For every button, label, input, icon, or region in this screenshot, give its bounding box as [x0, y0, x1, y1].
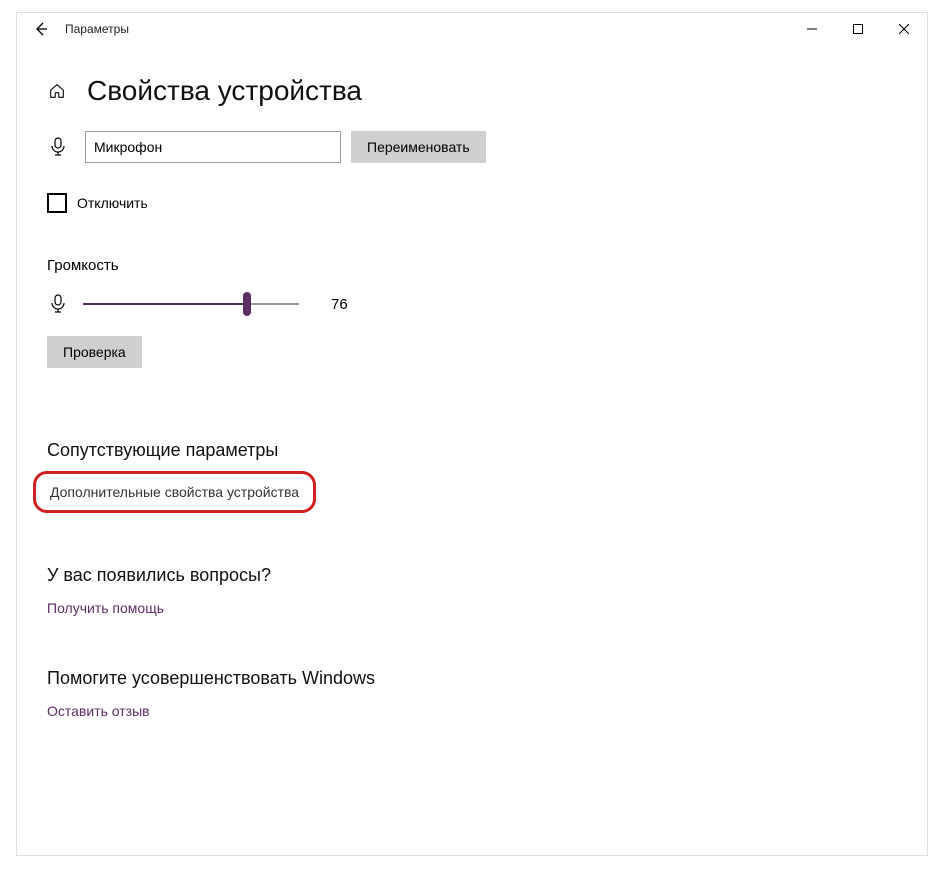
window-title: Параметры — [65, 22, 129, 36]
get-help-link[interactable]: Получить помощь — [47, 600, 164, 616]
maximize-button[interactable] — [835, 13, 881, 45]
leave-feedback-link[interactable]: Оставить отзыв — [47, 703, 150, 719]
feedback-heading: Помогите усовершенствовать Windows — [47, 668, 897, 689]
additional-device-properties-link[interactable]: Дополнительные свойства устройства — [50, 484, 299, 500]
highlight-annotation: Дополнительные свойства устройства — [33, 471, 316, 513]
slider-thumb — [243, 292, 251, 316]
disable-label: Отключить — [77, 195, 148, 211]
related-heading: Сопутствующие параметры — [47, 440, 897, 461]
maximize-icon — [853, 24, 863, 34]
checkbox-box — [47, 193, 67, 213]
minimize-button[interactable] — [789, 13, 835, 45]
device-name-input[interactable] — [85, 131, 341, 163]
minimize-icon — [807, 24, 817, 34]
rename-button[interactable]: Переименовать — [351, 131, 486, 163]
back-button[interactable] — [27, 15, 55, 43]
disable-checkbox[interactable]: Отключить — [47, 193, 897, 213]
close-button[interactable] — [881, 13, 927, 45]
microphone-icon — [47, 136, 69, 158]
volume-heading: Громкость — [47, 257, 897, 274]
arrow-left-icon — [33, 21, 49, 37]
volume-slider[interactable] — [83, 292, 299, 316]
test-button[interactable]: Проверка — [47, 336, 142, 368]
close-icon — [899, 24, 909, 34]
questions-heading: У вас появились вопросы? — [47, 565, 897, 586]
home-icon[interactable] — [47, 81, 67, 101]
volume-value: 76 — [331, 296, 348, 313]
microphone-icon — [47, 293, 69, 315]
slider-fill — [83, 303, 247, 305]
page-title: Свойства устройства — [87, 75, 362, 107]
